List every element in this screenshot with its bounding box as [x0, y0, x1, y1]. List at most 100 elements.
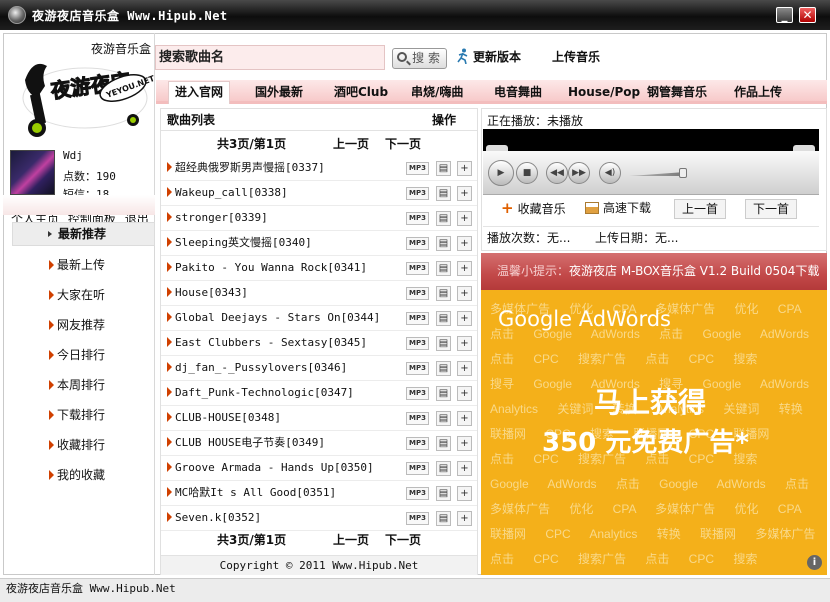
volume-icon[interactable]: ◀): [599, 162, 621, 184]
mp3-icon[interactable]: MP3: [406, 437, 429, 450]
add-button[interactable]: +: [457, 361, 472, 376]
clipboard-icon[interactable]: ▤: [436, 336, 451, 351]
tab-house-pop[interactable]: House/Pop: [568, 80, 640, 104]
song-title[interactable]: Pakito - You Wanna Rock[0341]: [167, 256, 367, 280]
song-row[interactable]: 超经典俄罗斯男声慢摇[0337] MP3 ▤ +: [161, 156, 477, 181]
song-row[interactable]: Wakeup_call[0338] MP3 ▤ +: [161, 181, 477, 206]
mp3-icon[interactable]: MP3: [406, 312, 429, 325]
song-title[interactable]: Wakeup_call[0338]: [167, 181, 288, 205]
add-button[interactable]: +: [457, 386, 472, 401]
nav-item-favorite-rank[interactable]: 收藏排行: [3, 435, 155, 465]
mp3-icon[interactable]: MP3: [406, 387, 429, 400]
rewind-icon[interactable]: ◀◀: [546, 162, 568, 184]
add-button[interactable]: +: [457, 486, 472, 501]
song-title[interactable]: CLUB HOUSE电子节奏[0349]: [167, 431, 325, 455]
prev-page-link[interactable]: 上一页: [333, 529, 369, 551]
info-icon[interactable]: i: [807, 555, 822, 570]
mp3-icon[interactable]: MP3: [406, 187, 429, 200]
song-row[interactable]: Seven.k[0352] MP3 ▤ +: [161, 506, 477, 531]
next-track-button[interactable]: 下一首: [745, 199, 797, 219]
tab-medley[interactable]: 串烧/嗨曲: [411, 80, 463, 104]
tab-pole-dance[interactable]: 钢管舞音乐: [647, 80, 707, 104]
add-button[interactable]: +: [457, 161, 472, 176]
add-button[interactable]: +: [457, 511, 472, 526]
clipboard-icon[interactable]: ▤: [436, 186, 451, 201]
clipboard-icon[interactable]: ▤: [436, 386, 451, 401]
clipboard-icon[interactable]: ▤: [436, 411, 451, 426]
add-button[interactable]: +: [457, 461, 472, 476]
song-row[interactable]: dj_fan_-_Pussylovers[0346] MP3 ▤ +: [161, 356, 477, 381]
nav-item-my-favorites[interactable]: 我的收藏: [3, 465, 155, 495]
song-title[interactable]: MC哈默It s All Good[0351]: [167, 481, 336, 505]
mp3-icon[interactable]: MP3: [406, 412, 429, 425]
clipboard-icon[interactable]: ▤: [436, 461, 451, 476]
volume-slider[interactable]: [629, 172, 685, 176]
clipboard-icon[interactable]: ▤: [436, 286, 451, 301]
play-icon[interactable]: ▶: [488, 160, 514, 186]
mp3-icon[interactable]: MP3: [406, 237, 429, 250]
mp3-icon[interactable]: MP3: [406, 337, 429, 350]
stop-icon[interactable]: ■: [516, 162, 538, 184]
nav-item-week-rank[interactable]: 本周排行: [3, 375, 155, 405]
song-row[interactable]: CLUB HOUSE电子节奏[0349] MP3 ▤ +: [161, 431, 477, 456]
song-title[interactable]: House[0343]: [167, 281, 248, 305]
song-row[interactable]: Sleeping英文慢摇[0340] MP3 ▤ +: [161, 231, 477, 256]
add-button[interactable]: +: [457, 186, 472, 201]
nav-item-user-recommend[interactable]: 网友推荐: [3, 315, 155, 345]
song-row[interactable]: Groove Armada - Hands Up[0350] MP3 ▤ +: [161, 456, 477, 481]
song-title[interactable]: 超经典俄罗斯男声慢摇[0337]: [167, 156, 325, 180]
song-title[interactable]: East Clubbers - Sextasy[0345]: [167, 331, 367, 355]
tab-bar-club[interactable]: 酒吧Club: [334, 80, 388, 104]
nav-item-everyone-listening[interactable]: 大家在听: [3, 285, 155, 315]
clipboard-icon[interactable]: ▤: [436, 236, 451, 251]
update-version-link[interactable]: 更新版本: [457, 48, 521, 65]
add-button[interactable]: +: [457, 286, 472, 301]
add-button[interactable]: +: [457, 211, 472, 226]
tab-electronic-dance[interactable]: 电音舞曲: [494, 80, 542, 104]
song-title[interactable]: Groove Armada - Hands Up[0350]: [167, 456, 374, 480]
song-row[interactable]: Pakito - You Wanna Rock[0341] MP3 ▤ +: [161, 256, 477, 281]
mp3-icon[interactable]: MP3: [406, 487, 429, 500]
close-button[interactable]: ✕: [799, 7, 816, 23]
search-input[interactable]: 搜索歌曲名: [155, 45, 385, 70]
next-page-link[interactable]: 下一页: [385, 529, 421, 551]
upload-music-link[interactable]: 上传音乐: [552, 48, 600, 65]
clipboard-icon[interactable]: ▤: [436, 511, 451, 526]
clipboard-icon[interactable]: ▤: [436, 436, 451, 451]
mp3-icon[interactable]: MP3: [406, 362, 429, 375]
tip-text[interactable]: 夜游夜店 M-BOX音乐盒 V1.2 Build 0504下载: [569, 253, 819, 290]
clipboard-icon[interactable]: ▤: [436, 361, 451, 376]
download-button[interactable]: 高速下载: [585, 199, 651, 220]
song-title[interactable]: Global Deejays - Stars On[0344]: [167, 306, 380, 330]
nav-item-today-rank[interactable]: 今日排行: [3, 345, 155, 375]
search-button[interactable]: 搜 索: [392, 48, 447, 69]
ad-banner[interactable]: 多媒体广告 优化 CPA 多媒体广告 优化 CPA 点击 Google AdWor…: [481, 290, 827, 575]
song-title[interactable]: Seven.k[0352]: [167, 506, 261, 530]
song-row[interactable]: Daft_Punk-Technologic[0347] MP3 ▤ +: [161, 381, 477, 406]
song-row[interactable]: CLUB-HOUSE[0348] MP3 ▤ +: [161, 406, 477, 431]
prev-track-button[interactable]: 上一首: [674, 199, 726, 219]
nav-item-latest-recommend[interactable]: 最新推荐: [12, 222, 155, 246]
tab-official-site[interactable]: 进入官网: [168, 81, 231, 104]
mp3-icon[interactable]: MP3: [406, 512, 429, 525]
nav-item-download-rank[interactable]: 下载排行: [3, 405, 155, 435]
song-row[interactable]: MC哈默It s All Good[0351] MP3 ▤ +: [161, 481, 477, 506]
mp3-icon[interactable]: MP3: [406, 162, 429, 175]
tab-foreign-latest[interactable]: 国外最新: [255, 80, 303, 104]
add-button[interactable]: +: [457, 336, 472, 351]
mp3-icon[interactable]: MP3: [406, 462, 429, 475]
fast-forward-icon[interactable]: ▶▶: [568, 162, 590, 184]
add-button[interactable]: +: [457, 236, 472, 251]
song-title[interactable]: Sleeping英文慢摇[0340]: [167, 231, 312, 255]
clipboard-icon[interactable]: ▤: [436, 261, 451, 276]
volume-knob[interactable]: [679, 168, 687, 178]
minimize-button[interactable]: _: [776, 7, 793, 23]
next-page-link[interactable]: 下一页: [385, 133, 421, 155]
add-button[interactable]: +: [457, 311, 472, 326]
song-row[interactable]: Global Deejays - Stars On[0344] MP3 ▤ +: [161, 306, 477, 331]
clipboard-icon[interactable]: ▤: [436, 161, 451, 176]
add-button[interactable]: +: [457, 411, 472, 426]
clipboard-icon[interactable]: ▤: [436, 311, 451, 326]
song-row[interactable]: stronger[0339] MP3 ▤ +: [161, 206, 477, 231]
add-button[interactable]: +: [457, 261, 472, 276]
